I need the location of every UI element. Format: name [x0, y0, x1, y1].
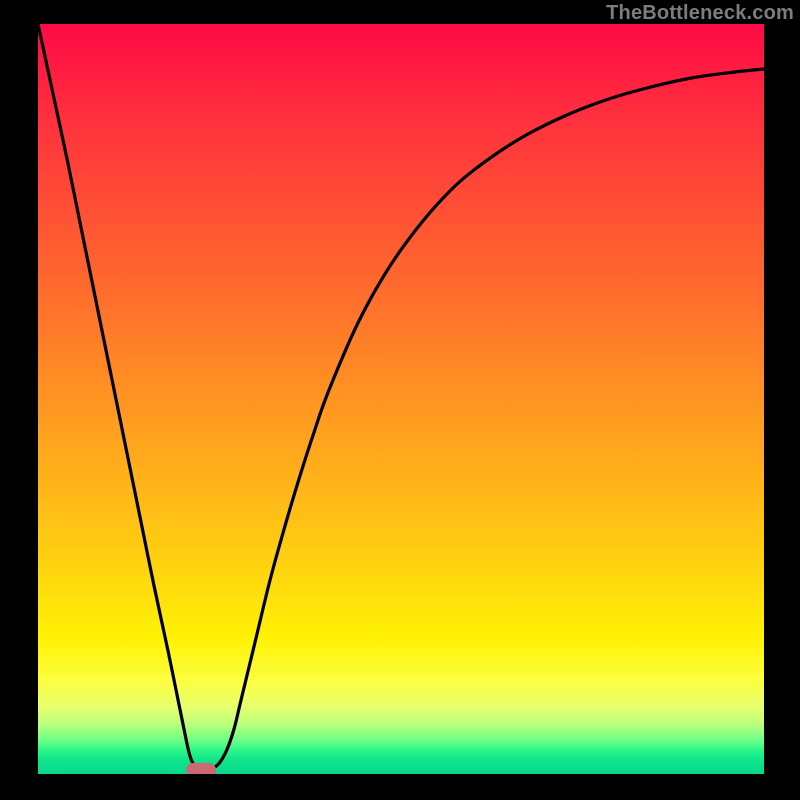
curve-svg: [38, 24, 764, 774]
minimum-marker: [186, 763, 216, 774]
watermark-text: TheBottleneck.com: [606, 2, 794, 25]
bottleneck-curve: [38, 24, 764, 770]
chart-frame: TheBottleneck.com: [0, 0, 800, 800]
plot-area: [38, 24, 764, 774]
